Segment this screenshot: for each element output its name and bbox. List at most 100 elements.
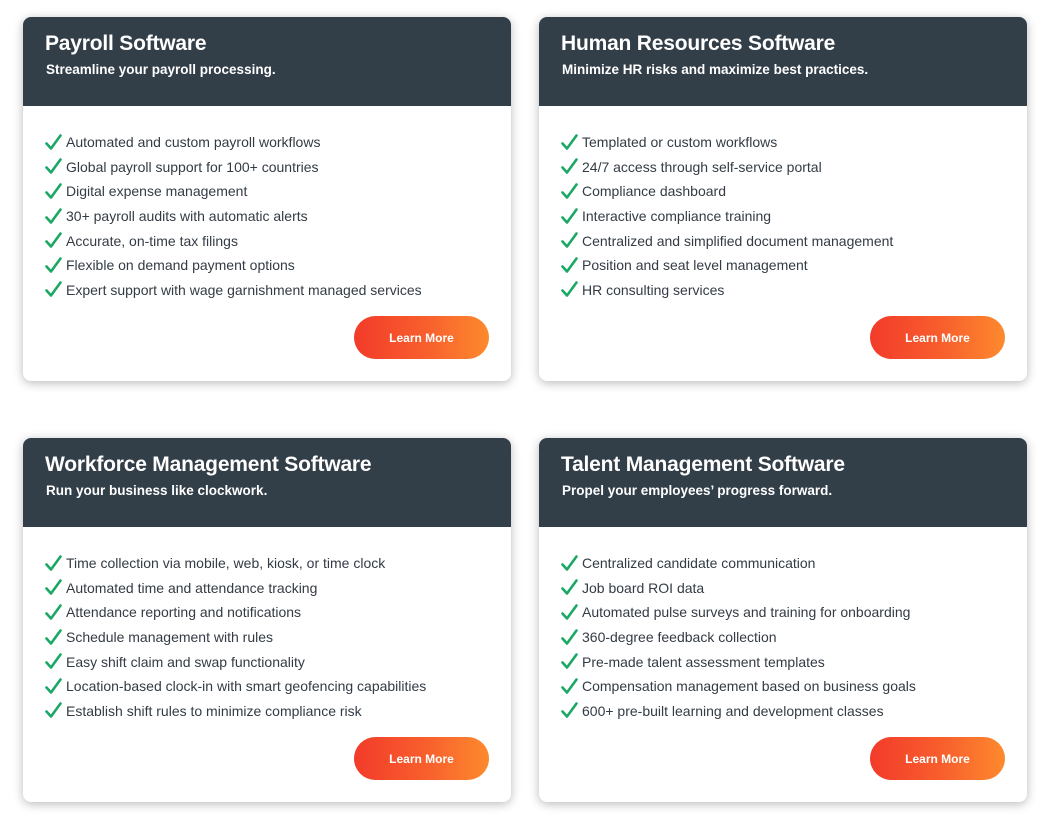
card-title: Talent Management Software (561, 453, 845, 476)
feature-text: Expert support with wage garnishment man… (66, 281, 422, 298)
feature-item: 30+ payroll audits with automatic alerts (45, 204, 489, 229)
check-icon (561, 281, 578, 298)
feature-text: Global payroll support for 100+ countrie… (66, 158, 319, 175)
feature-item: Interactive compliance training (561, 204, 1005, 229)
check-icon (45, 281, 62, 298)
payroll-card: Payroll Software Streamline your payroll… (23, 17, 511, 381)
check-icon (45, 158, 62, 175)
check-icon (45, 628, 62, 645)
card-body: Templated or custom workflows 24/7 acces… (539, 106, 1027, 381)
feature-text: Establish shift rules to minimize compli… (66, 702, 362, 719)
check-icon (45, 207, 62, 224)
feature-item: Compensation management based on busines… (561, 674, 1005, 699)
feature-text: 30+ payroll audits with automatic alerts (66, 208, 308, 225)
check-icon (561, 207, 578, 224)
card-header: Workforce Management Software Run your b… (23, 438, 511, 527)
check-icon (561, 232, 578, 248)
check-icon (561, 554, 578, 571)
check-icon (561, 653, 578, 669)
feature-text: Easy shift claim and swap functionality (66, 653, 305, 670)
feature-item: Compliance dashboard (561, 179, 1005, 204)
check-icon (45, 256, 62, 273)
card-header: Payroll Software Streamline your payroll… (23, 17, 511, 106)
check-icon (561, 604, 578, 620)
feature-item: Easy shift claim and swap functionality (45, 649, 489, 674)
check-icon (45, 604, 62, 620)
check-icon (45, 133, 62, 150)
feature-text: Pre-made talent assessment templates (582, 653, 825, 670)
check-icon (561, 183, 578, 199)
feature-item: HR consulting services (561, 278, 1005, 303)
card-header: Talent Management Software Propel your e… (539, 438, 1027, 527)
check-icon (561, 628, 578, 645)
feature-item: Time collection via mobile, web, kiosk, … (45, 551, 489, 576)
feature-list: Automated and custom payroll workflows G… (45, 130, 489, 302)
learn-more-button[interactable]: Learn More (354, 316, 489, 359)
feature-list: Centralized candidate communication Job … (561, 551, 1005, 723)
check-icon (45, 677, 62, 694)
check-icon (561, 677, 578, 694)
feature-text: Automated and custom payroll workflows (66, 134, 321, 151)
card-title: Workforce Management Software (45, 453, 372, 476)
card-body: Automated and custom payroll workflows G… (23, 106, 511, 381)
feature-item: Centralized and simplified document mana… (561, 228, 1005, 253)
feature-text: Templated or custom workflows (582, 134, 778, 151)
feature-text: Interactive compliance training (582, 208, 772, 225)
card-title: Payroll Software (45, 32, 207, 55)
talent-card: Talent Management Software Propel your e… (539, 438, 1027, 802)
feature-item: Automated and custom payroll workflows (45, 130, 489, 155)
feature-item: Position and seat level management (561, 253, 1005, 278)
feature-text: Automated time and attendance tracking (66, 579, 318, 596)
learn-more-button[interactable]: Learn More (870, 737, 1005, 780)
learn-more-button[interactable]: Learn More (870, 316, 1005, 359)
feature-item: 600+ pre-built learning and development … (561, 699, 1005, 724)
feature-text: Accurate, on-time tax filings (66, 232, 238, 249)
card-body: Time collection via mobile, web, kiosk, … (23, 527, 511, 802)
feature-text: 600+ pre-built learning and development … (582, 702, 884, 719)
feature-item: Attendance reporting and notifications (45, 600, 489, 625)
check-icon (561, 158, 578, 175)
check-icon (45, 579, 62, 596)
feature-text: Centralized and simplified document mana… (582, 232, 894, 249)
check-icon (45, 653, 62, 669)
check-icon (561, 133, 578, 150)
check-icon (45, 232, 62, 248)
feature-item: Location-based clock-in with smart geofe… (45, 674, 489, 699)
check-icon (45, 702, 62, 719)
check-icon (45, 554, 62, 571)
feature-text: Attendance reporting and notifications (66, 604, 302, 621)
card-body: Centralized candidate communication Job … (539, 527, 1027, 802)
feature-item: Automated pulse surveys and training for… (561, 600, 1005, 625)
check-icon (561, 579, 578, 596)
feature-item: Schedule management with rules (45, 625, 489, 650)
feature-text: Location-based clock-in with smart geofe… (66, 678, 427, 695)
feature-item: Automated time and attendance tracking (45, 576, 489, 601)
feature-text: Centralized candidate communication (582, 555, 816, 572)
feature-item: Pre-made talent assessment templates (561, 649, 1005, 674)
feature-item: Accurate, on-time tax filings (45, 228, 489, 253)
card-subtitle: Run your business like clockwork. (46, 483, 268, 498)
feature-text: Flexible on demand payment options (66, 257, 295, 274)
card-subtitle: Minimize HR risks and maximize best prac… (562, 62, 869, 77)
feature-text: Compliance dashboard (582, 183, 726, 200)
feature-text: 360-degree feedback collection (582, 629, 777, 646)
card-subtitle: Propel your employees’ progress forward. (562, 483, 833, 498)
check-icon (561, 702, 578, 719)
feature-text: Digital expense management (66, 183, 248, 200)
feature-item: Expert support with wage garnishment man… (45, 278, 489, 303)
card-header: Human Resources Software Minimize HR ris… (539, 17, 1027, 106)
feature-text: Compensation management based on busines… (582, 678, 916, 695)
feature-list: Time collection via mobile, web, kiosk, … (45, 551, 489, 723)
feature-item: Global payroll support for 100+ countrie… (45, 155, 489, 180)
feature-text: Schedule management with rules (66, 629, 274, 646)
feature-text: Job board ROI data (582, 579, 705, 596)
feature-item: 24/7 access through self-service portal (561, 155, 1005, 180)
check-icon (45, 183, 62, 199)
feature-item: Flexible on demand payment options (45, 253, 489, 278)
feature-text: Time collection via mobile, web, kiosk, … (66, 555, 386, 572)
learn-more-button[interactable]: Learn More (354, 737, 489, 780)
feature-item: Establish shift rules to minimize compli… (45, 699, 489, 724)
feature-text: Automated pulse surveys and training for… (582, 604, 911, 621)
check-icon (561, 256, 578, 273)
feature-item: 360-degree feedback collection (561, 625, 1005, 650)
